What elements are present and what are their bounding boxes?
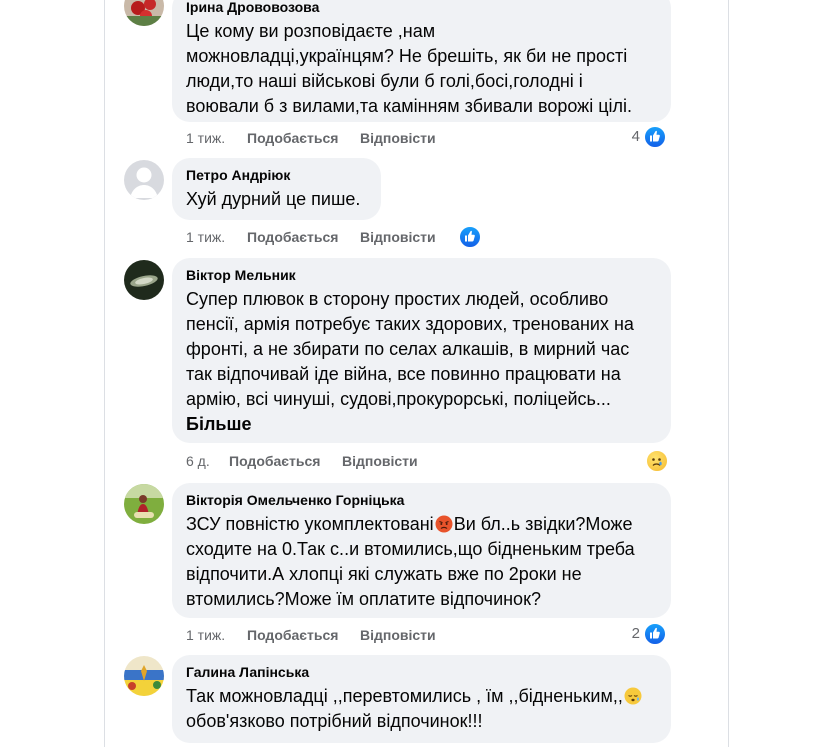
- comment-timestamp[interactable]: 1 тиж.: [186, 625, 225, 645]
- comment-text: Супер плювок в сторону простих людей, ос…: [186, 289, 634, 409]
- reply-button[interactable]: Відповісти: [360, 227, 436, 247]
- avatar[interactable]: [124, 160, 164, 200]
- like-icon: [644, 126, 666, 148]
- feed-left-border: [104, 0, 105, 747]
- comment-author[interactable]: Петро Андріюк: [186, 166, 367, 184]
- avatar[interactable]: [124, 260, 164, 300]
- comment-text: Хуй дурний це пише.: [186, 189, 361, 209]
- comment-text: Це кому ви розповідаєте ,нам можновладці…: [186, 21, 633, 116]
- reply-button[interactable]: Відповісти: [360, 625, 436, 645]
- like-button[interactable]: Подобається: [247, 128, 338, 148]
- reaction-count: 2: [631, 625, 640, 642]
- reaction-summary[interactable]: [459, 226, 481, 248]
- comment-bubble: Галина Лапінська Так можновладці ,,перев…: [172, 655, 671, 743]
- avatar[interactable]: [124, 484, 164, 524]
- comment-author[interactable]: Ірина Дрововозова: [186, 0, 657, 16]
- reaction-summary[interactable]: 4: [620, 126, 666, 148]
- feed-right-border: [728, 0, 729, 747]
- reaction-summary[interactable]: [646, 450, 668, 472]
- avatar[interactable]: [124, 0, 164, 26]
- see-more-link[interactable]: Більше: [186, 412, 657, 436]
- sleepy-face-icon: [624, 687, 642, 705]
- comment-bubble: Ірина Дрововозова Це кому ви розповідаєт…: [172, 0, 671, 122]
- sad-icon: [646, 450, 668, 472]
- comment-actions: 1 тиж. Подобається Відповісти: [186, 227, 486, 247]
- like-icon: [459, 226, 481, 248]
- comment-actions: 1 тиж. Подобається Відповісти: [186, 128, 486, 148]
- comment-author[interactable]: Вікторія Омельченко Горніцька: [186, 491, 657, 509]
- reply-button[interactable]: Відповісти: [360, 128, 436, 148]
- reaction-count: 4: [631, 128, 640, 145]
- comment-author[interactable]: Галина Лапінська: [186, 663, 657, 681]
- like-button[interactable]: Подобається: [229, 451, 320, 471]
- like-button[interactable]: Подобається: [247, 625, 338, 645]
- comment-actions: 6 д. Подобається Відповісти: [186, 451, 486, 471]
- comment-text: ЗСУ повністю укомплектовані Ви бл..ь звід…: [186, 512, 657, 612]
- like-icon: [644, 623, 666, 645]
- comment-timestamp[interactable]: 1 тиж.: [186, 227, 225, 247]
- comment-text-part: обов'язково потрібний відпочинок!!!: [186, 711, 483, 731]
- angry-face-icon: [435, 515, 453, 533]
- like-button[interactable]: Подобається: [247, 227, 338, 247]
- comment-actions: 1 тиж. Подобається Відповісти: [186, 625, 486, 645]
- reaction-summary[interactable]: 2: [620, 623, 666, 645]
- comment-text-part: ЗСУ повністю укомплектовані: [186, 514, 434, 534]
- comment-bubble: Віктор Мельник Супер плювок в сторону пр…: [172, 258, 671, 443]
- reply-button[interactable]: Відповісти: [342, 451, 418, 471]
- comment-text-part: Так можновладці ,,перевтомились , їм ,,б…: [186, 686, 623, 706]
- comment-bubble: Петро Андріюк Хуй дурний це пише.: [172, 158, 381, 220]
- avatar[interactable]: [124, 656, 164, 696]
- comment-author[interactable]: Віктор Мельник: [186, 266, 657, 284]
- comment-text: Так можновладці ,,перевтомились , їм ,,б…: [186, 684, 657, 734]
- comment-timestamp[interactable]: 6 д.: [186, 451, 210, 471]
- comment-bubble: Вікторія Омельченко Горніцька ЗСУ повніс…: [172, 483, 671, 618]
- comment-timestamp[interactable]: 1 тиж.: [186, 128, 225, 148]
